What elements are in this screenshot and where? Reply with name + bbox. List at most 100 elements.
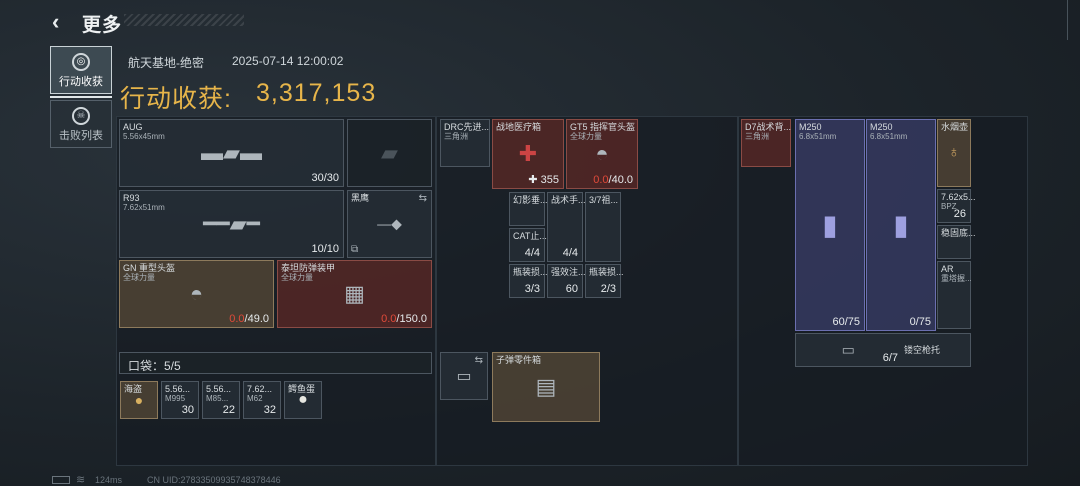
item-count: 2/3	[600, 283, 616, 295]
hookah-icon: ♁	[948, 144, 960, 161]
battery-icon	[52, 476, 70, 484]
backpack-item[interactable]: M250 6.8x51mm ▮ 0/75	[866, 119, 936, 331]
backpack-item[interactable]: 7.62x5... BPZ 26	[937, 189, 976, 223]
skull-icon: ☠	[72, 107, 90, 125]
item-count: 4/4	[562, 247, 578, 259]
container-item[interactable]: 3/7祖...	[585, 192, 621, 262]
backpack-item[interactable]: M250 6.8x51mm ▮ 60/75	[795, 119, 865, 331]
item-name: 瓶装损...	[513, 267, 548, 277]
haul-label: 行动收获:	[120, 85, 232, 113]
item-name: M250	[870, 122, 893, 132]
pocket-item[interactable]: 7.62... M62 32	[243, 381, 281, 419]
knife-slot[interactable]: 黑鹰 ⇆ —◆ ⧉	[347, 190, 432, 258]
item-name: 5.56...	[165, 384, 191, 394]
knife-name: 黑鹰	[351, 193, 370, 203]
backpack-item[interactable]: D7战术背... 三角洲	[741, 119, 791, 167]
backpack-item[interactable]: AR 重塔握...	[937, 261, 972, 329]
weapon-ammo-count: 10/10	[311, 243, 339, 255]
backpack-item[interactable]: 水烟壶 ♁	[937, 119, 971, 187]
sniper-rifle-icon: ━━▰━	[203, 211, 260, 236]
backpack-item[interactable]: 稳固底...	[937, 225, 976, 259]
tab-active-indicator	[50, 96, 112, 98]
coin-icon: ●	[134, 392, 144, 408]
backpack-item[interactable]: 镂空枪托 ▭ 6/7	[795, 333, 971, 367]
tab-kills[interactable]: ☠ 击败列表	[50, 100, 112, 148]
tab-kills-label: 击败列表	[59, 130, 103, 142]
item-name: 镂空枪托	[904, 345, 941, 355]
item-sub: 三角洲	[444, 132, 468, 141]
armor-slot[interactable]: 泰坦防弹装甲 全球力量 ▦ 0.0/150.0	[277, 260, 432, 328]
title-decoration	[124, 14, 244, 26]
container-item[interactable]: GT5 指挥官头盔 全球力量 ◓ 0.0/40.0	[566, 119, 638, 189]
container-item[interactable]: 瓶装损... 2/3	[585, 264, 624, 298]
secondary-weapon-slot[interactable]: R93 7.62x51mm ━━▰━ 10/10	[119, 190, 344, 258]
stock-icon: ▭	[841, 341, 855, 358]
weapon-name: AUG	[123, 122, 143, 132]
tab-loot[interactable]: ◎ 行动收获	[50, 46, 112, 94]
container-item[interactable]: 幻影垂...	[509, 192, 548, 226]
item-name: 强效注...	[551, 267, 586, 277]
container-item[interactable]: 战术手... 4/4	[547, 192, 586, 262]
armor-name: 泰坦防弹装甲	[281, 263, 336, 273]
weapon-ammo: 7.62x51mm	[123, 203, 165, 212]
container-item[interactable]: 战地医疗箱 ✚ ✚ 355	[492, 119, 564, 189]
item-count: 3/3	[524, 283, 540, 295]
pocket-label: 口袋：5/5	[128, 359, 181, 373]
item-count: ✚ 355	[528, 174, 559, 186]
item-count: 22	[222, 404, 235, 416]
weapon-ammo-count: 30/30	[311, 172, 339, 184]
weapon-name: R93	[123, 193, 140, 203]
item-name: 7.62...	[247, 384, 273, 394]
item-name: 稳固底...	[941, 228, 976, 238]
container-item[interactable]: 瓶装损... 3/3	[509, 264, 548, 298]
armor-icon: ▦	[344, 281, 365, 306]
item-name: 5.56...	[206, 384, 232, 394]
loot-icon: ◎	[72, 53, 90, 71]
item-count: 60	[565, 283, 578, 295]
bag-icon: ▭	[456, 368, 472, 385]
backpack-slot[interactable]: ⇆ ▭	[440, 352, 488, 400]
item-count: 30	[181, 404, 194, 416]
medkit-icon: ✚	[518, 141, 538, 166]
item-sub: 三角洲	[745, 132, 769, 141]
item-count: 4/4	[524, 247, 540, 259]
pistol-slot[interactable]: ▰	[347, 119, 432, 187]
swap-icon[interactable]: ⇆	[419, 193, 427, 204]
map-name: 航天基地-绝密	[128, 56, 204, 70]
knife-icon: —◆	[377, 215, 402, 232]
pistol-icon: ▰	[381, 140, 398, 165]
unbind-icon: ⧉	[351, 244, 359, 255]
pocket-item[interactable]: 5.56... M995 30	[161, 381, 199, 419]
item-name: 子弹零件箱	[496, 355, 542, 365]
swap-icon[interactable]: ⇆	[475, 355, 483, 366]
item-sub: M995	[165, 394, 186, 403]
item-name: 瓶装损...	[589, 267, 624, 277]
item-sub: M62	[247, 394, 263, 403]
pocket-item[interactable]: 5.56... M85... 22	[202, 381, 240, 419]
item-name: 水烟壶	[941, 122, 969, 132]
helmet-slot[interactable]: GN 重型头盔 全球力量 ◓ 0.0/49.0	[119, 260, 274, 328]
item-count: 0/75	[909, 316, 931, 328]
pocket-item[interactable]: 鳄鱼蛋 ●	[284, 381, 322, 419]
egg-icon: ●	[298, 391, 308, 408]
primary-weapon-slot[interactable]: AUG 5.56x45mm ▬▰▬ 30/30	[119, 119, 344, 187]
pocket-item[interactable]: 海盗 ●	[120, 381, 158, 419]
item-count: 26	[953, 208, 966, 220]
container-item[interactable]: 强效注... 60	[547, 264, 586, 298]
item-count: 6/7	[882, 352, 898, 364]
wifi-icon: ≋	[76, 474, 86, 486]
item-name: 战术手...	[551, 195, 586, 205]
back-arrow-icon[interactable]: ‹	[52, 11, 70, 33]
haul-value: 3,317,153	[256, 79, 377, 107]
item-sub: M85...	[206, 394, 229, 403]
item-name: M250	[799, 122, 822, 132]
item-sub: 6.8x51mm	[799, 132, 837, 141]
container-item[interactable]: CAT止... 4/4	[509, 228, 547, 262]
container-item[interactable]: 子弹零件箱 ▤	[492, 352, 600, 422]
item-name: GT5 指挥官头盔	[570, 122, 636, 132]
item-name: CAT止...	[513, 231, 547, 241]
ping-readout: 124ms	[95, 475, 123, 485]
user-uid: CN UID:278335099357483784​46	[147, 475, 281, 485]
helmet-icon: ◓	[189, 281, 204, 306]
chest-rig-slot[interactable]: DRC先进... 三角洲	[440, 119, 490, 167]
